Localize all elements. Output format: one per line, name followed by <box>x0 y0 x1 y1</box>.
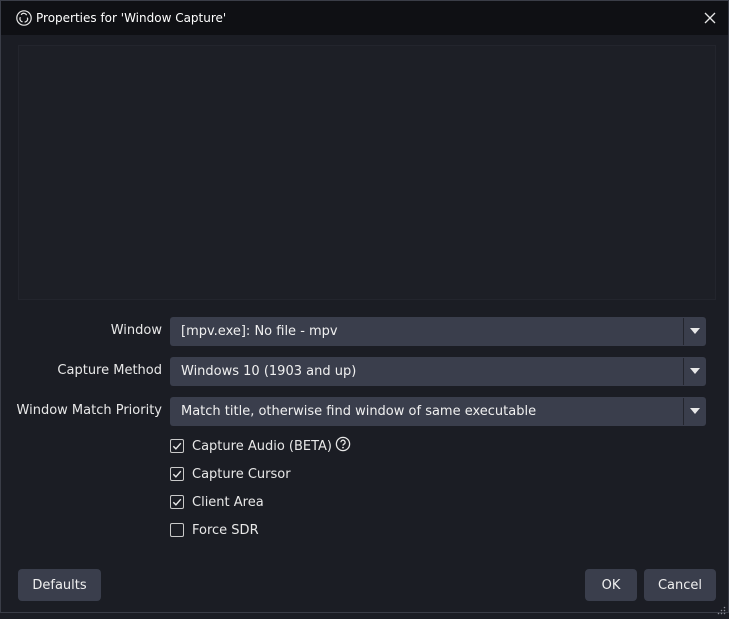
checkbox-box[interactable] <box>170 523 184 537</box>
dropdown-separator <box>683 398 684 425</box>
force-sdr-checkbox[interactable]: Force SDR <box>170 521 259 539</box>
chevron-down-icon <box>690 408 700 414</box>
capture-cursor-label: Capture Cursor <box>192 466 291 482</box>
close-button[interactable] <box>698 6 722 30</box>
checkbox-box[interactable] <box>170 439 184 453</box>
capture-audio-label: Capture Audio (BETA) <box>192 438 333 454</box>
window-label: Window <box>110 323 162 338</box>
force-sdr-label: Force SDR <box>192 522 259 538</box>
capture-method-select[interactable]: Windows 10 (1903 and up) <box>170 357 706 386</box>
dropdown-separator <box>683 318 684 345</box>
chevron-down-icon <box>690 368 700 374</box>
cancel-button[interactable]: Cancel <box>644 569 716 601</box>
window-select-value: [mpv.exe]: No file - mpv <box>181 324 338 339</box>
capture-method-label: Capture Method <box>57 363 162 378</box>
window-match-priority-label: Window Match Priority <box>16 403 162 418</box>
window-match-priority-select[interactable]: Match title, otherwise find window of sa… <box>170 397 706 426</box>
defaults-button[interactable]: Defaults <box>18 569 101 601</box>
check-icon <box>172 470 182 478</box>
ok-button[interactable]: OK <box>585 569 637 601</box>
capture-audio-checkbox[interactable]: Capture Audio (BETA) <box>170 436 351 456</box>
dialog-title: Properties for 'Window Capture' <box>36 11 227 25</box>
resize-grip-icon[interactable] <box>716 600 726 615</box>
close-icon <box>704 12 716 24</box>
checkbox-box[interactable] <box>170 495 184 509</box>
window-select[interactable]: [mpv.exe]: No file - mpv <box>170 317 706 346</box>
title-bar[interactable]: Properties for 'Window Capture' <box>1 1 728 35</box>
dropdown-separator <box>683 358 684 385</box>
client-area-checkbox[interactable]: Client Area <box>170 493 264 511</box>
client-area-label: Client Area <box>192 494 264 510</box>
check-icon <box>172 442 182 450</box>
capture-cursor-checkbox[interactable]: Capture Cursor <box>170 465 291 483</box>
capture-preview <box>18 45 716 300</box>
properties-dialog: Properties for 'Window Capture' Window [… <box>0 0 729 615</box>
window-match-priority-value: Match title, otherwise find window of sa… <box>181 404 537 419</box>
check-icon <box>172 498 182 506</box>
checkbox-box[interactable] <box>170 467 184 481</box>
obs-logo-icon <box>16 10 32 26</box>
question-circle-icon[interactable] <box>335 436 351 456</box>
chevron-down-icon <box>690 328 700 334</box>
capture-method-value: Windows 10 (1903 and up) <box>181 364 357 379</box>
